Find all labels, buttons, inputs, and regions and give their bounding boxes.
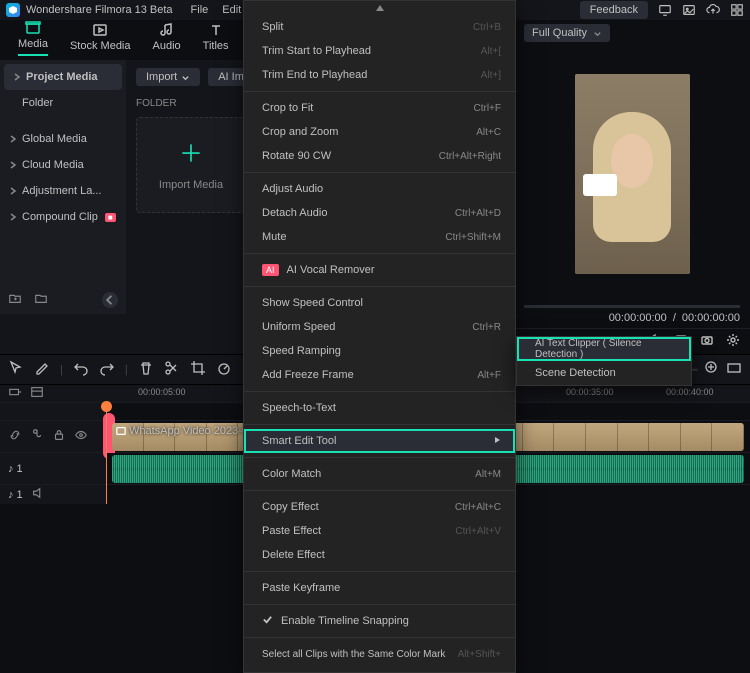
menu-edit[interactable]: Edit	[222, 4, 241, 16]
tab-audio[interactable]: Audio	[153, 22, 181, 56]
scroll-up-icon[interactable]	[244, 1, 515, 15]
cloud-upload-icon[interactable]	[706, 3, 720, 17]
tree-folder[interactable]: Folder	[0, 90, 126, 116]
pointer-tool-icon[interactable]	[8, 360, 24, 379]
ruler-tick: 00:00:40:00	[666, 387, 714, 397]
preview-video[interactable]	[575, 74, 690, 274]
monitor-icon[interactable]	[658, 3, 672, 17]
mi-copy-effect[interactable]: Copy EffectCtrl+Alt+C	[244, 495, 515, 519]
zoom-fit-icon[interactable]	[726, 360, 742, 379]
track-label: ♪ 1	[8, 489, 23, 501]
image-icon[interactable]	[682, 3, 696, 17]
timecode-current: 00:00:00:00	[609, 312, 667, 324]
tree-cloud-media[interactable]: Cloud Media	[0, 152, 126, 178]
mi-delete-effect[interactable]: Delete Effect	[244, 543, 515, 567]
mi-crop-zoom[interactable]: Crop and ZoomAlt+C	[244, 120, 515, 144]
grid-icon[interactable]	[730, 3, 744, 17]
folder-icon[interactable]	[34, 291, 48, 308]
mi-timeline-snapping[interactable]: Enable Timeline Snapping	[244, 609, 515, 633]
tab-stock-media[interactable]: Stock Media	[70, 22, 131, 56]
collapse-sidebar-icon[interactable]	[102, 292, 118, 308]
smart-edit-submenu: AI Text Clipper ( Silence Detection ) Sc…	[516, 336, 692, 386]
preview-scrubber[interactable]	[524, 305, 740, 308]
redo-icon[interactable]	[99, 360, 115, 379]
mi-mute[interactable]: MuteCtrl+Shift+M	[244, 225, 515, 249]
tree-compound-clip[interactable]: Compound Clip■	[0, 204, 126, 230]
speed-icon[interactable]	[216, 360, 232, 379]
mi-uniform-speed[interactable]: Uniform SpeedCtrl+R	[244, 315, 515, 339]
tab-media[interactable]: Media	[18, 20, 48, 56]
delete-icon[interactable]	[138, 360, 154, 379]
crop-tool-icon[interactable]	[190, 360, 206, 379]
import-media-label: Import Media	[159, 179, 223, 191]
tree-adjustment-layer[interactable]: Adjustment La...	[0, 178, 126, 204]
import-media-dropzone[interactable]: Import Media	[136, 117, 246, 213]
preview-quality-select[interactable]: Full Quality	[524, 24, 610, 42]
edit-tool-icon[interactable]	[34, 360, 50, 379]
app-title: Wondershare Filmora 13 Beta	[26, 4, 173, 16]
app-logo-icon	[6, 3, 20, 17]
plus-icon	[178, 140, 204, 169]
playhead[interactable]	[106, 402, 107, 504]
mi-select-color: Select all Clips with the Same Color Mar…	[244, 642, 515, 666]
mi-split: SplitCtrl+B	[244, 15, 515, 39]
import-button[interactable]: Import	[136, 68, 200, 86]
mi-ai-text-clipper[interactable]: AI Text Clipper ( Silence Detection )	[517, 337, 691, 361]
context-menu: SplitCtrl+B Trim Start to PlayheadAlt+[ …	[243, 0, 516, 673]
micro-icon[interactable]	[30, 428, 44, 445]
mi-color-match[interactable]: Color MatchAlt+M	[244, 462, 515, 486]
mi-paste-keyframe: Paste Keyframe	[244, 576, 515, 600]
track-options-icon[interactable]	[30, 385, 44, 402]
mi-adjust-audio[interactable]: Adjust Audio	[244, 177, 515, 201]
mi-freeze-frame[interactable]: Add Freeze FrameAlt+F	[244, 363, 515, 387]
tab-titles[interactable]: Titles	[203, 22, 229, 56]
mi-speech-to-text[interactable]: Speech-to-Text	[244, 396, 515, 420]
eye-icon[interactable]	[74, 428, 88, 445]
check-icon	[262, 614, 273, 628]
ruler-tick: 00:00:05:00	[138, 387, 186, 397]
feedback-button[interactable]: Feedback	[580, 1, 648, 19]
snapshot-icon[interactable]	[700, 333, 714, 350]
mi-ai-vocal-remover[interactable]: AIAI Vocal Remover	[244, 258, 515, 282]
zoom-in-icon[interactable]	[704, 360, 720, 379]
split-icon[interactable]	[164, 360, 180, 379]
mi-scene-detection[interactable]: Scene Detection	[517, 361, 691, 385]
settings-icon[interactable]	[726, 333, 740, 350]
menu-file[interactable]: File	[191, 4, 209, 16]
mi-speed-control[interactable]: Show Speed Control	[244, 291, 515, 315]
tree-project-media[interactable]: Project Media	[4, 64, 122, 90]
mi-crop-fit[interactable]: Crop to FitCtrl+F	[244, 96, 515, 120]
undo-icon[interactable]	[73, 360, 89, 379]
mi-paste-effect: Paste EffectCtrl+Alt+V	[244, 519, 515, 543]
link-icon[interactable]	[8, 428, 22, 445]
mi-rotate[interactable]: Rotate 90 CWCtrl+Alt+Right	[244, 144, 515, 168]
mi-speed-ramping[interactable]: Speed Ramping	[244, 339, 515, 363]
tree-global-media[interactable]: Global Media	[0, 126, 126, 152]
mute-icon[interactable]	[31, 486, 45, 503]
mi-detach-audio[interactable]: Detach AudioCtrl+Alt+D	[244, 201, 515, 225]
mi-smart-edit-tool[interactable]: Smart Edit Tool	[244, 429, 515, 453]
ruler-tick: 00:00:35:00	[566, 387, 614, 397]
lock-icon[interactable]	[52, 428, 66, 445]
timecode-total: 00:00:00:00	[682, 312, 740, 324]
mi-trim-end: Trim End to PlayheadAlt+]	[244, 63, 515, 87]
track-label: ♪ 1	[8, 463, 23, 475]
track-add-icon[interactable]	[8, 385, 22, 402]
new-folder-icon[interactable]	[8, 291, 22, 308]
mi-trim-start: Trim Start to PlayheadAlt+[	[244, 39, 515, 63]
